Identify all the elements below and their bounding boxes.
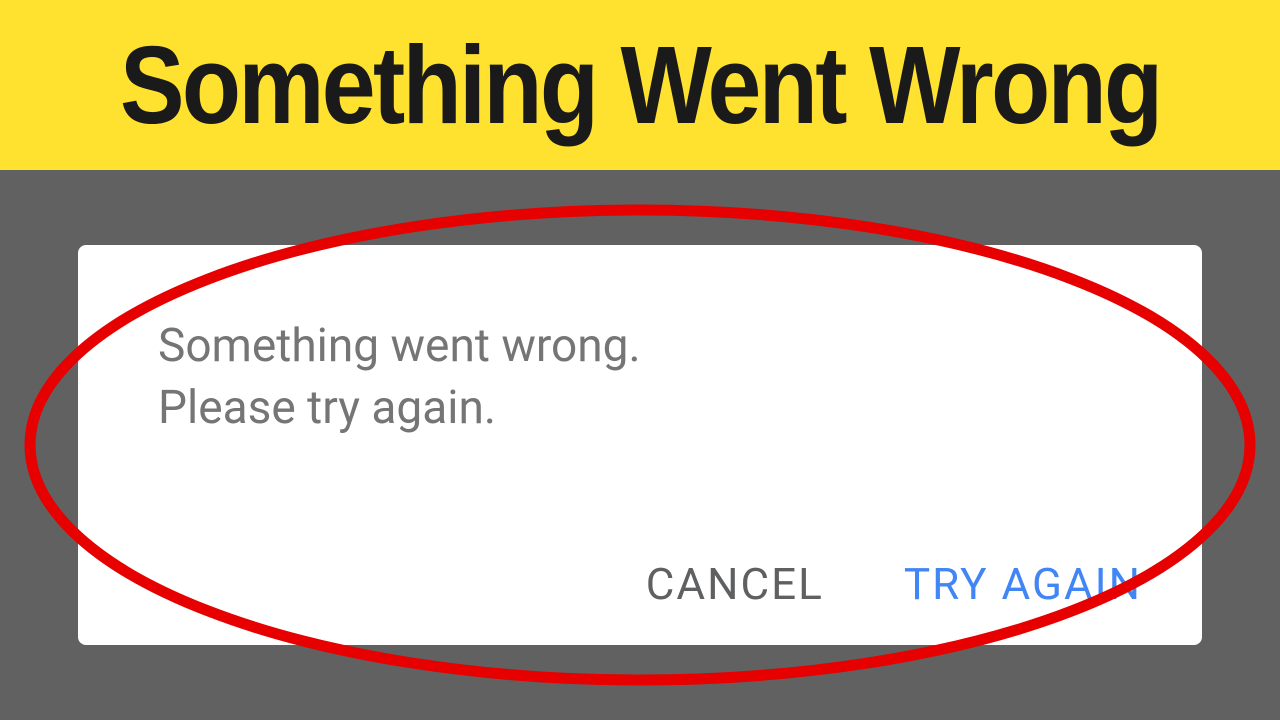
content-area: Something went wrong. Please try again. … [0, 170, 1280, 720]
cancel-button[interactable]: CANCEL [646, 558, 824, 610]
dialog-message-line2: Please try again. [158, 381, 496, 435]
banner-title: Something Went Wrong [120, 22, 1161, 149]
error-dialog: Something went wrong. Please try again. … [78, 245, 1202, 645]
dialog-actions: CANCEL TRY AGAIN [646, 558, 1142, 610]
title-banner: Something Went Wrong [0, 0, 1280, 170]
dialog-message-line1: Something went wrong. [158, 319, 641, 373]
try-again-button[interactable]: TRY AGAIN [904, 558, 1142, 610]
dialog-message: Something went wrong. Please try again. [158, 315, 1122, 439]
